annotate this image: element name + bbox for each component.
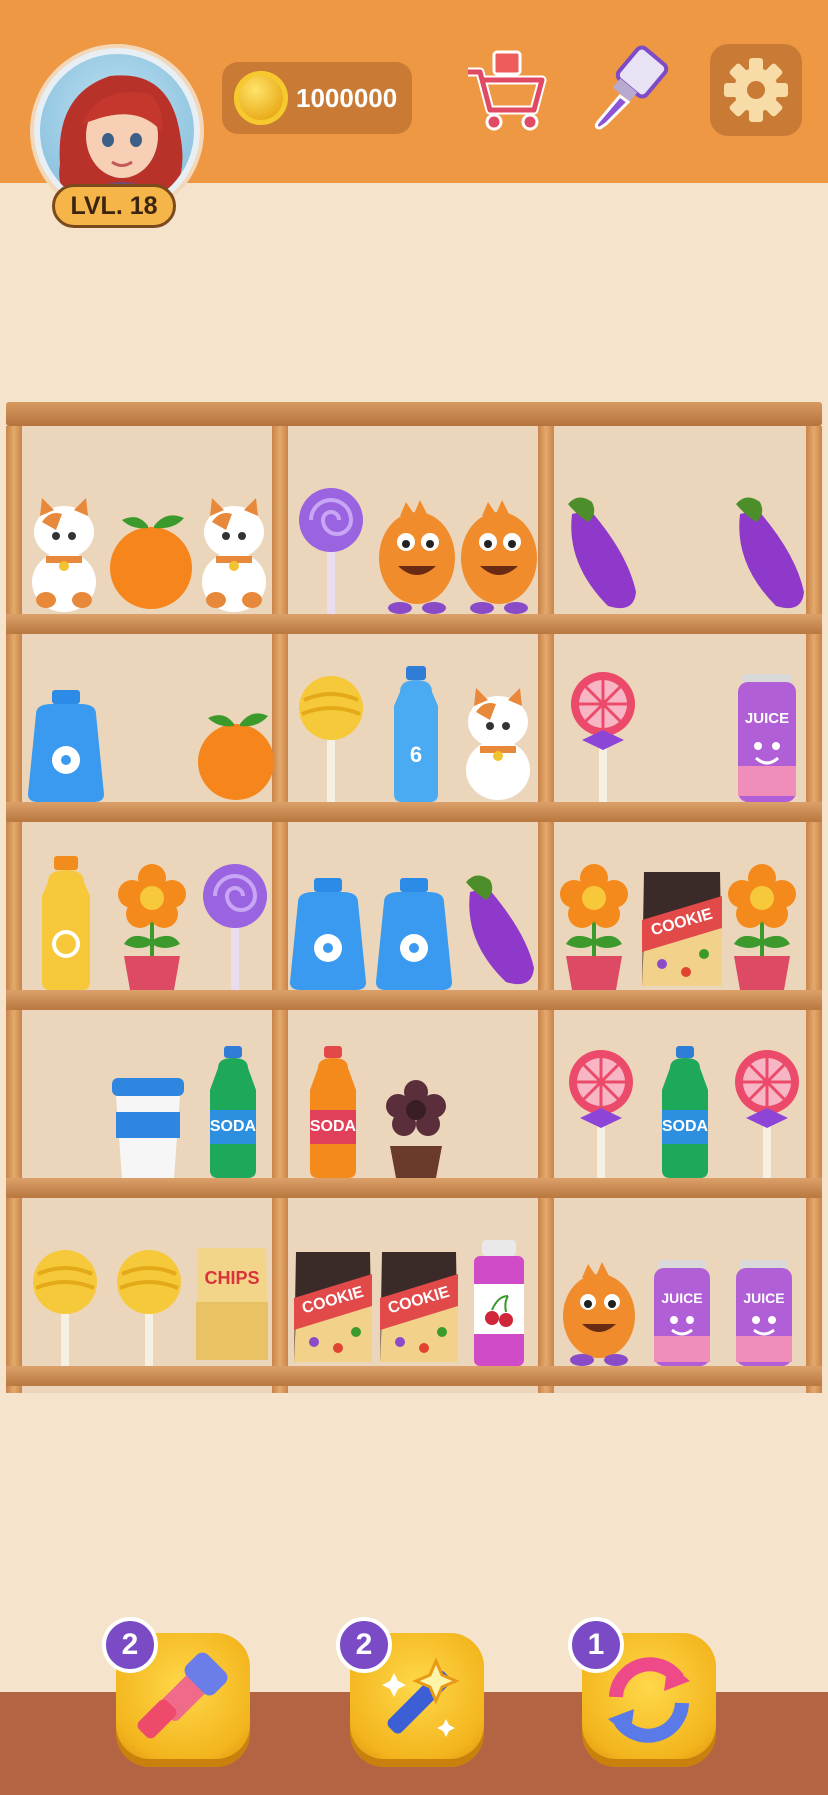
- chips-label: CHIPS: [204, 1268, 260, 1288]
- shuffle-count: 1: [568, 1617, 624, 1673]
- lollipop-grapefruit-item[interactable]: [732, 1048, 802, 1178]
- level-badge: LVL. 18: [52, 184, 176, 228]
- magic-wand-count: 2: [336, 1617, 392, 1673]
- lollipop-yellow-item[interactable]: [30, 1248, 100, 1366]
- juice-label: JUICE: [744, 710, 790, 727]
- chips-bag-item[interactable]: CHIPS: [194, 1242, 270, 1366]
- lollipop-yellow-item[interactable]: [296, 674, 366, 802]
- settings-button[interactable]: [710, 44, 802, 136]
- blue-jug-item[interactable]: [372, 878, 456, 990]
- cookie-bag-item[interactable]: COOKIE: [290, 1248, 376, 1366]
- blue-jug-item[interactable]: [286, 878, 370, 990]
- soda-label: SODA: [209, 1118, 257, 1135]
- orange-monster-item[interactable]: [374, 494, 460, 614]
- svg-text:6: 6: [410, 742, 422, 767]
- orange-flower-pot-item[interactable]: [724, 860, 800, 990]
- cat-figure-item[interactable]: [26, 472, 102, 614]
- eggplant-item[interactable]: [558, 484, 642, 614]
- gear-icon: [724, 58, 788, 122]
- juice-label: JUICE: [743, 1290, 785, 1306]
- orange-item[interactable]: [108, 490, 194, 614]
- coin-value: 1000000: [296, 83, 398, 113]
- shelf-plank: [6, 990, 822, 1010]
- coin-counter[interactable]: 1000000: [222, 62, 412, 134]
- cat-figure-item[interactable]: [460, 664, 536, 802]
- shelf-plank: [6, 1366, 822, 1386]
- orange-monster-item[interactable]: [456, 494, 542, 614]
- blue-jug-item[interactable]: [24, 690, 108, 802]
- lollipop-yellow-item[interactable]: [114, 1248, 184, 1366]
- lollipop-purple-item[interactable]: [296, 486, 366, 614]
- cart-icon: [468, 50, 547, 131]
- shelf-top: [6, 402, 822, 426]
- juice-can-item[interactable]: JUICE: [650, 1260, 714, 1366]
- coin-icon: [234, 71, 288, 125]
- shelf-plank: [6, 1178, 822, 1198]
- cookie-bag-item[interactable]: COOKIE: [376, 1248, 462, 1366]
- lollipop-purple-item[interactable]: [200, 862, 270, 990]
- cookie-bag-item[interactable]: COOKIE: [638, 868, 726, 990]
- shelf-post: [6, 426, 22, 1393]
- eggplant-item[interactable]: [456, 862, 540, 990]
- lollipop-grapefruit-item[interactable]: [566, 1048, 636, 1178]
- soda-bottle-green-item[interactable]: SODA: [202, 1046, 264, 1178]
- theme-button[interactable]: [584, 44, 676, 136]
- coffee-cup-item[interactable]: [110, 1078, 186, 1178]
- soda-label: SODA: [661, 1118, 709, 1135]
- hammer-count: 2: [102, 1617, 158, 1673]
- orange-flower-pot-item[interactable]: [114, 860, 190, 990]
- shelf-plank: [6, 802, 822, 822]
- soda-bottle-green-item[interactable]: SODA: [654, 1046, 716, 1178]
- soda-label: SODA: [309, 1118, 357, 1135]
- dark-flower-pot-item[interactable]: [380, 1078, 452, 1178]
- orange-monster-item[interactable]: [556, 1258, 642, 1366]
- lollipop-grapefruit-item[interactable]: [568, 670, 638, 802]
- shelf-plank: [6, 614, 822, 634]
- paint-brush-icon: [594, 45, 669, 130]
- juice-can-item[interactable]: JUICE: [734, 674, 800, 802]
- juice-label: JUICE: [661, 1290, 703, 1306]
- cat-figure-item[interactable]: [196, 472, 272, 614]
- water-bottle-item[interactable]: 6: [386, 666, 446, 802]
- shop-button[interactable]: [460, 44, 552, 136]
- orange-item[interactable]: [196, 690, 276, 802]
- juice-can-item[interactable]: JUICE: [732, 1260, 796, 1366]
- shelf-unit: 6 JUICE COOKIE SODA SODA SODA CHIPS COOK…: [6, 402, 822, 1393]
- soda-bottle-orange-item[interactable]: SODA: [302, 1046, 364, 1178]
- eggplant-item[interactable]: [726, 484, 810, 614]
- orange-flower-pot-item[interactable]: [556, 860, 632, 990]
- orange-juice-bottle-item[interactable]: [36, 856, 96, 990]
- cherry-juice-bottle-item[interactable]: [468, 1240, 530, 1366]
